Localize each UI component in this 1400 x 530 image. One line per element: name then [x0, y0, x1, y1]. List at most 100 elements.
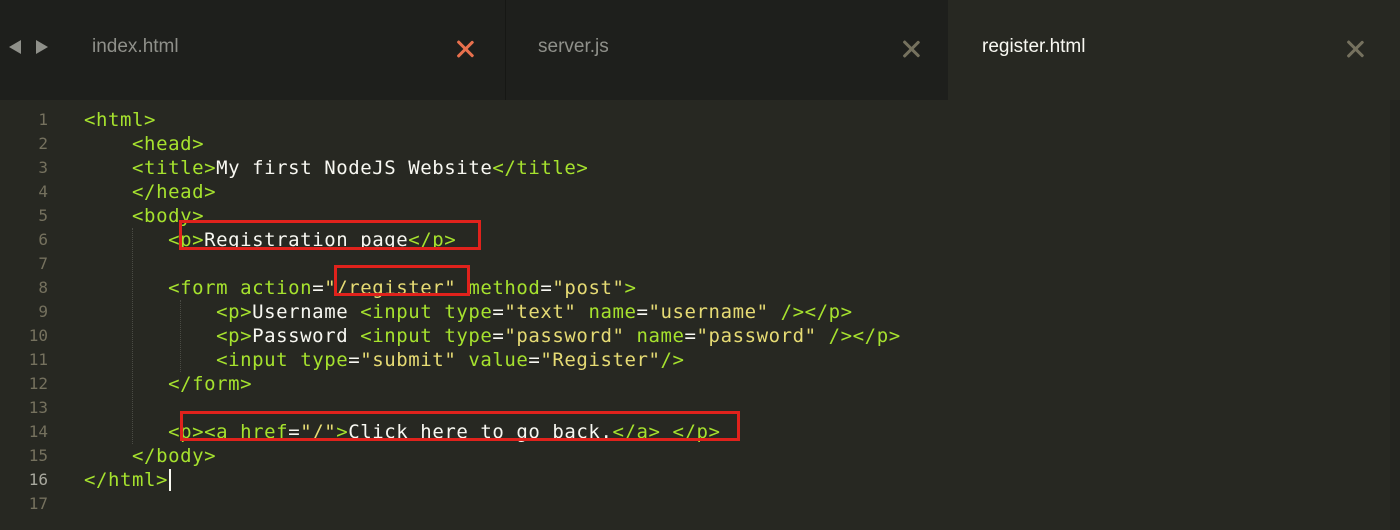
code-token: /></p> [828, 325, 901, 347]
code-line: <p>Username <input type="text" name="use… [84, 300, 853, 324]
code-token: "username" [648, 301, 769, 323]
code-token: > [336, 421, 349, 443]
code-token: /></p> [780, 301, 853, 323]
code-token: <p> [216, 325, 253, 347]
code-token: "/register" [324, 277, 457, 299]
code-token: Click here to go back. [348, 421, 613, 443]
tab-label: register.html [982, 36, 1086, 57]
code-token: = [528, 349, 541, 371]
code-line: <input type="submit" value="Register"/> [84, 348, 685, 372]
code-token: <input [360, 301, 445, 323]
line-number: 1 [38, 110, 48, 129]
code-token: </p> [408, 229, 457, 251]
code-token: "password" [504, 325, 625, 347]
code-token: > [624, 277, 637, 299]
code-token: type [300, 349, 349, 371]
line-number: 11 [28, 350, 48, 369]
line-number: 3 [38, 158, 48, 177]
indent-guide [132, 228, 134, 444]
code-token: name [636, 325, 685, 347]
code-line: <title>My first NodeJS Website</title> [84, 156, 588, 180]
code-line: </form> [84, 372, 252, 396]
code-token: action [240, 277, 313, 299]
line-number: 16 [0, 468, 64, 492]
code-token: <input [360, 325, 445, 347]
code-token: Registration page [204, 229, 409, 251]
tab-navigation [0, 0, 64, 100]
line-number: 15 [28, 446, 48, 465]
code-token: Username [252, 301, 361, 323]
code-token: <body> [132, 205, 205, 227]
code-token: "/" [300, 421, 337, 443]
code-token: <p><a [168, 421, 241, 443]
code-token: href [240, 421, 289, 443]
code-token: <p> [216, 301, 253, 323]
line-number: 5 [38, 206, 48, 225]
code-token: /> [660, 349, 685, 371]
code-token: value [468, 349, 529, 371]
line-number: 2 [38, 134, 48, 153]
tab-server-js[interactable]: server.js [505, 0, 948, 100]
code-token: </head> [132, 181, 217, 203]
line-number: 7 [38, 254, 48, 273]
code-token: = [540, 277, 553, 299]
scrollbar-track[interactable] [1390, 100, 1400, 530]
code-token: </html> [84, 469, 169, 491]
code-token: = [492, 301, 505, 323]
code-token: name [588, 301, 637, 323]
triangle-left-icon[interactable] [9, 40, 21, 54]
tab-register-html[interactable]: register.html [948, 0, 1400, 100]
code-line: <p><a href="/">Click here to go back.</a… [84, 420, 721, 444]
code-token: </a> </p> [612, 421, 721, 443]
code-token: type [444, 301, 493, 323]
tab-bar: index.html server.js register.html [0, 0, 1400, 100]
code-token: type [444, 325, 493, 347]
code-token: <html> [84, 109, 157, 131]
code-token: </body> [132, 445, 217, 467]
line-number-gutter: 1 2 3 4 5 6 7 8 9 10 11 12 13 14 15 16 17 [0, 100, 64, 530]
close-icon[interactable] [900, 38, 922, 60]
code-token: method [468, 277, 541, 299]
code-token: = [636, 301, 649, 323]
code-line: <html> [84, 108, 156, 132]
code-token: "post" [552, 277, 625, 299]
code-token: "submit" [360, 349, 457, 371]
code-line: <p>Registration page</p> [84, 228, 456, 252]
code-line: </html> [84, 468, 168, 492]
code-line: </body> [84, 444, 216, 468]
tab-label: server.js [538, 36, 609, 57]
line-number: 14 [28, 422, 48, 441]
code-area[interactable]: <html> <head> <title>My first NodeJS Web… [84, 100, 1384, 530]
code-token: <head> [132, 133, 205, 155]
text-cursor [169, 469, 172, 491]
close-icon[interactable] [454, 38, 476, 60]
code-line: <head> [84, 132, 204, 156]
line-number: 8 [38, 278, 48, 297]
code-token: = [684, 325, 697, 347]
line-number: 9 [38, 302, 48, 321]
line-number: 13 [28, 398, 48, 417]
code-token: "Register" [540, 349, 661, 371]
code-token: "text" [504, 301, 577, 323]
code-token: My first NodeJS Website [216, 157, 493, 179]
code-token: = [312, 277, 325, 299]
line-number: 17 [28, 494, 48, 513]
close-icon[interactable] [1344, 38, 1366, 60]
tab-index-html[interactable]: index.html [64, 0, 504, 100]
code-token: </title> [492, 157, 589, 179]
line-number: 12 [28, 374, 48, 393]
line-number: 4 [38, 182, 48, 201]
code-line: <form action="/register" method="post"> [84, 276, 637, 300]
code-editor[interactable]: 1 2 3 4 5 6 7 8 9 10 11 12 13 14 15 16 17 <html> <head> … [0, 100, 1400, 530]
indent-guide [180, 300, 182, 372]
line-number: 6 [38, 230, 48, 249]
triangle-right-icon[interactable] [36, 40, 48, 54]
code-line: <p>Password <input type="password" name=… [84, 324, 901, 348]
code-token: <title> [132, 157, 217, 179]
code-line: </head> [84, 180, 216, 204]
